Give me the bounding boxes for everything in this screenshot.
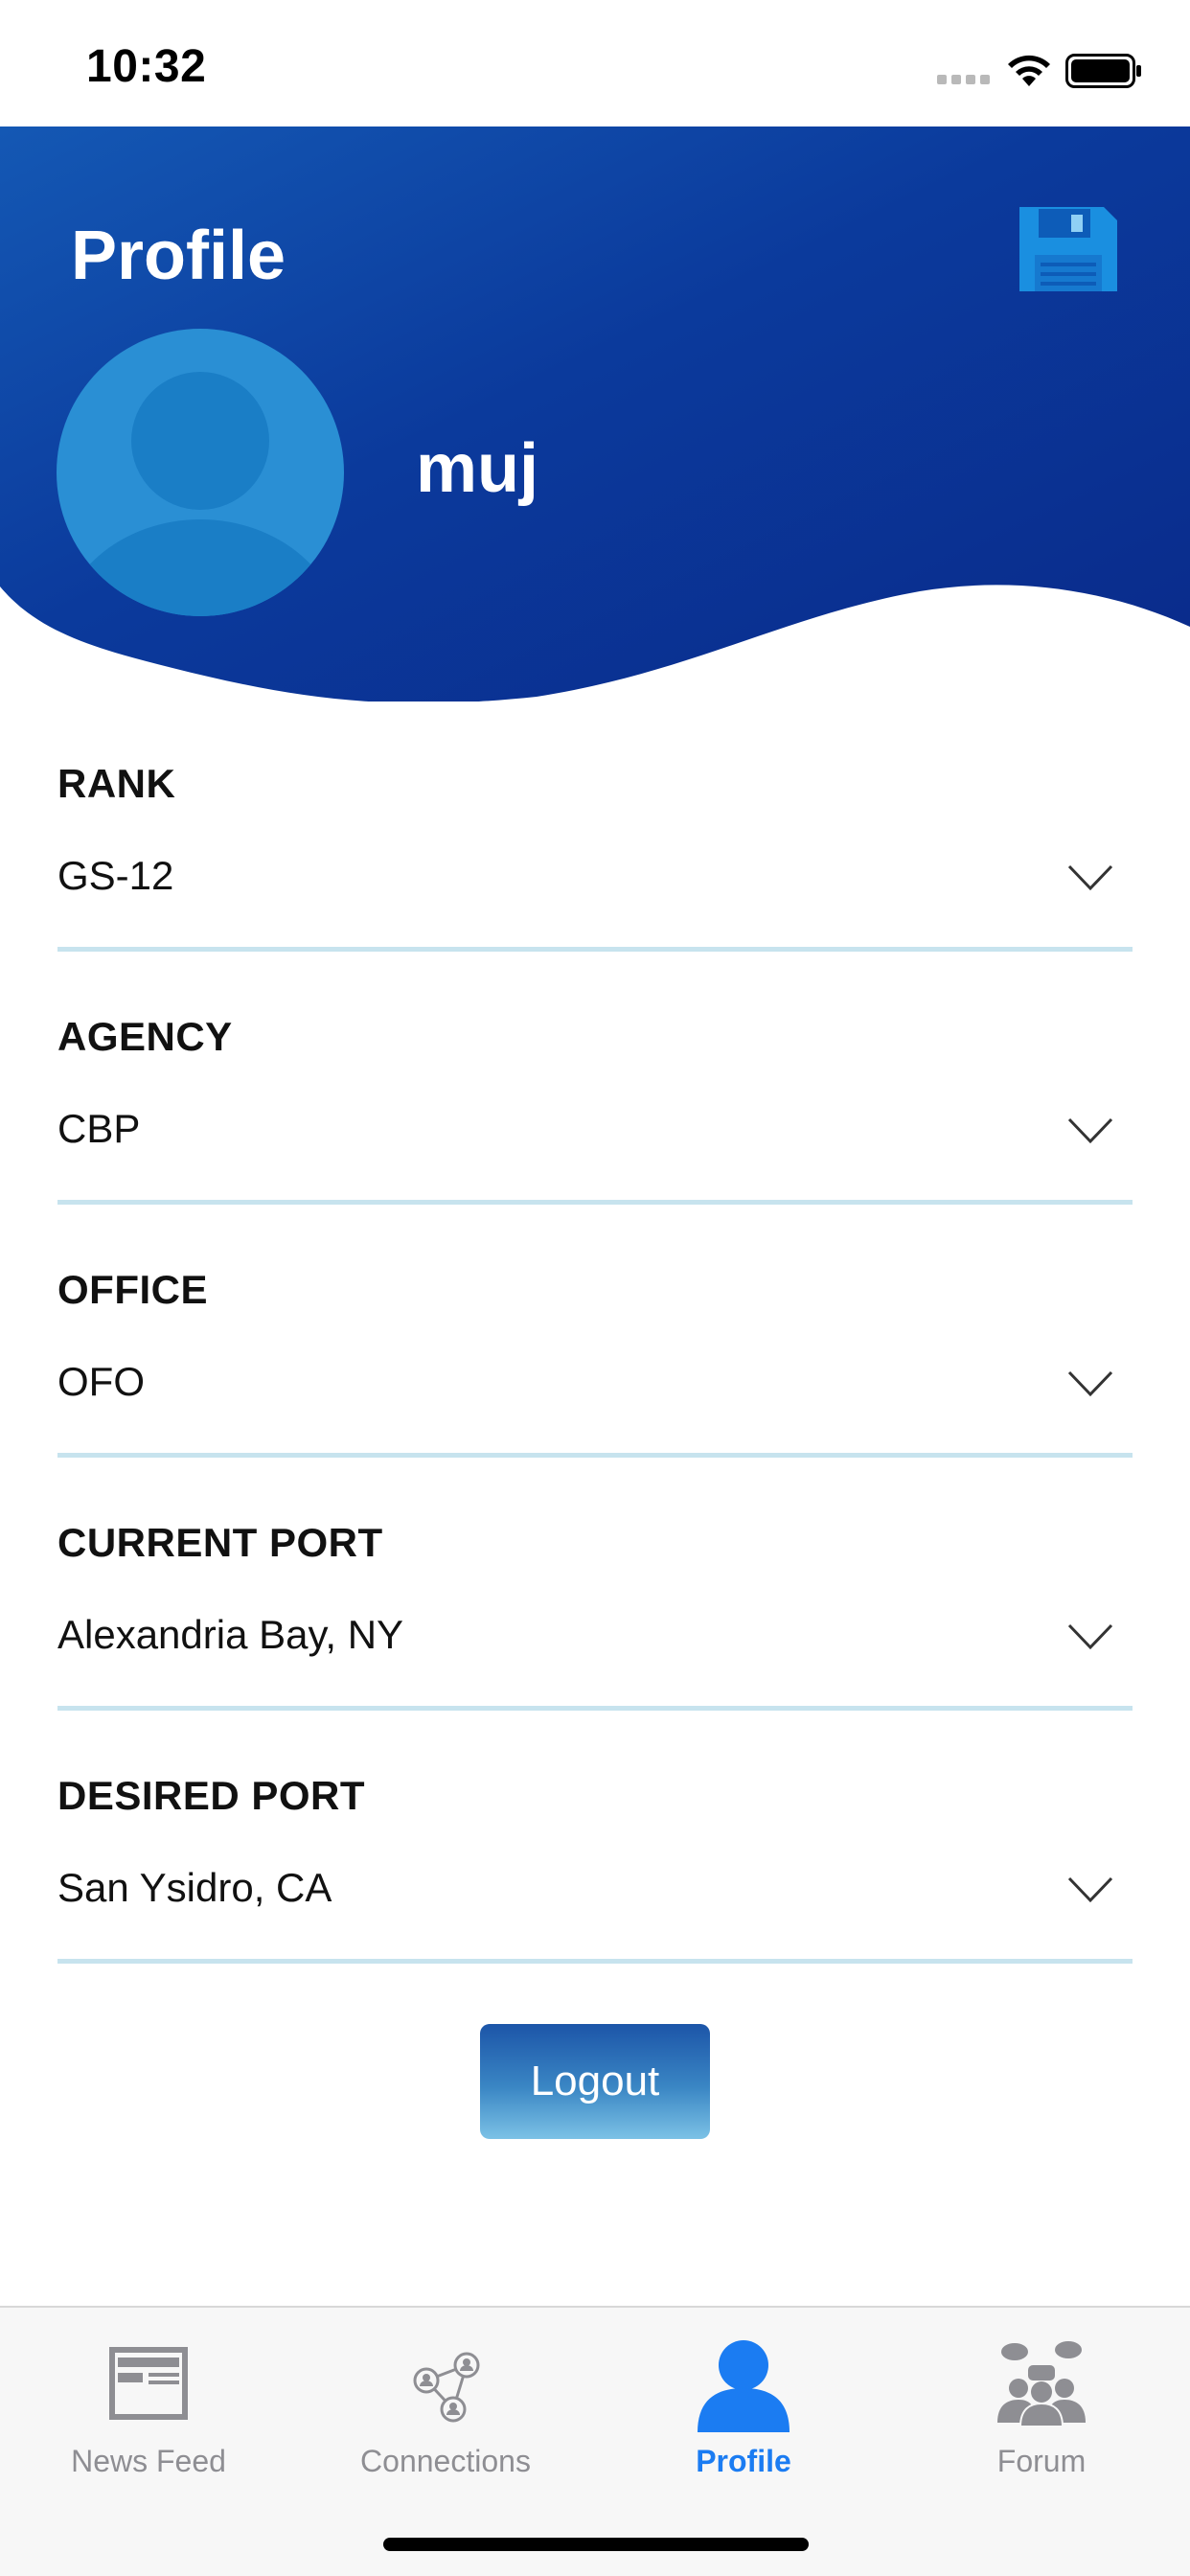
chevron-down-icon (1067, 1876, 1113, 1903)
network-icon (413, 2352, 480, 2423)
person-icon (698, 2340, 790, 2432)
field-underline (57, 1959, 1133, 1964)
field-label: CURRENT PORT (57, 1520, 383, 1565)
tab-label: News Feed (71, 2444, 226, 2478)
profile-header: Profile muj (0, 126, 1190, 702)
battery-icon (1065, 54, 1141, 88)
field-office: OFFICE OFO (57, 1244, 1133, 1497)
status-bar: 10:32 (0, 0, 1190, 126)
field-value: Alexandria Bay, NY (57, 1612, 404, 1657)
logout-button[interactable]: Logout (480, 2024, 710, 2139)
cellular-signal-icon (937, 75, 990, 84)
field-value: San Ysidro, CA (57, 1865, 332, 1910)
tab-profile[interactable]: Profile (595, 2308, 892, 2499)
field-value: GS-12 (57, 853, 174, 898)
field-agency: AGENCY CBP (57, 991, 1133, 1244)
field-value: CBP (57, 1106, 141, 1151)
office-dropdown[interactable]: OFO (57, 1340, 1133, 1426)
tab-bar: News Feed Connections Profile Forum (0, 2306, 1190, 2576)
field-underline (57, 1453, 1133, 1458)
field-label: AGENCY (57, 1014, 233, 1059)
floppy-disk-icon[interactable] (1016, 203, 1121, 309)
username: muj (416, 430, 539, 507)
home-indicator[interactable] (383, 2538, 809, 2551)
field-label: DESIRED PORT (57, 1773, 366, 1818)
field-underline (57, 947, 1133, 952)
field-current-port: CURRENT PORT Alexandria Bay, NY (57, 1497, 1133, 1750)
tab-forum[interactable]: Forum (893, 2308, 1190, 2499)
chevron-down-icon (1067, 864, 1113, 891)
tab-label: Connections (360, 2444, 531, 2478)
chevron-down-icon (1067, 1370, 1113, 1397)
field-desired-port: DESIRED PORT San Ysidro, CA (57, 1750, 1133, 2003)
chevron-down-icon (1067, 1117, 1113, 1144)
rank-dropdown[interactable]: GS-12 (57, 834, 1133, 920)
field-label: OFFICE (57, 1267, 208, 1312)
tab-connections[interactable]: Connections (297, 2308, 594, 2499)
page-title: Profile (71, 218, 286, 294)
field-underline (57, 1706, 1133, 1711)
field-value: OFO (57, 1359, 145, 1404)
status-time: 10:32 (86, 41, 207, 92)
agency-dropdown[interactable]: CBP (57, 1087, 1133, 1173)
group-chat-icon (997, 2341, 1086, 2427)
wifi-icon (1008, 55, 1050, 86)
chevron-down-icon (1067, 1623, 1113, 1650)
user-avatar-icon[interactable] (56, 328, 345, 617)
current-port-dropdown[interactable]: Alexandria Bay, NY (57, 1593, 1133, 1679)
tab-label: Profile (696, 2444, 791, 2478)
field-rank: RANK GS-12 (57, 738, 1133, 991)
field-underline (57, 1200, 1133, 1205)
field-label: RANK (57, 761, 176, 806)
tab-news-feed[interactable]: News Feed (0, 2308, 297, 2499)
desired-port-dropdown[interactable]: San Ysidro, CA (57, 1846, 1133, 1932)
tab-label: Forum (996, 2444, 1087, 2478)
newspaper-icon (109, 2347, 188, 2420)
profile-form: RANK GS-12 AGENCY CBP OFFICE OFO CURRENT… (57, 738, 1133, 2003)
